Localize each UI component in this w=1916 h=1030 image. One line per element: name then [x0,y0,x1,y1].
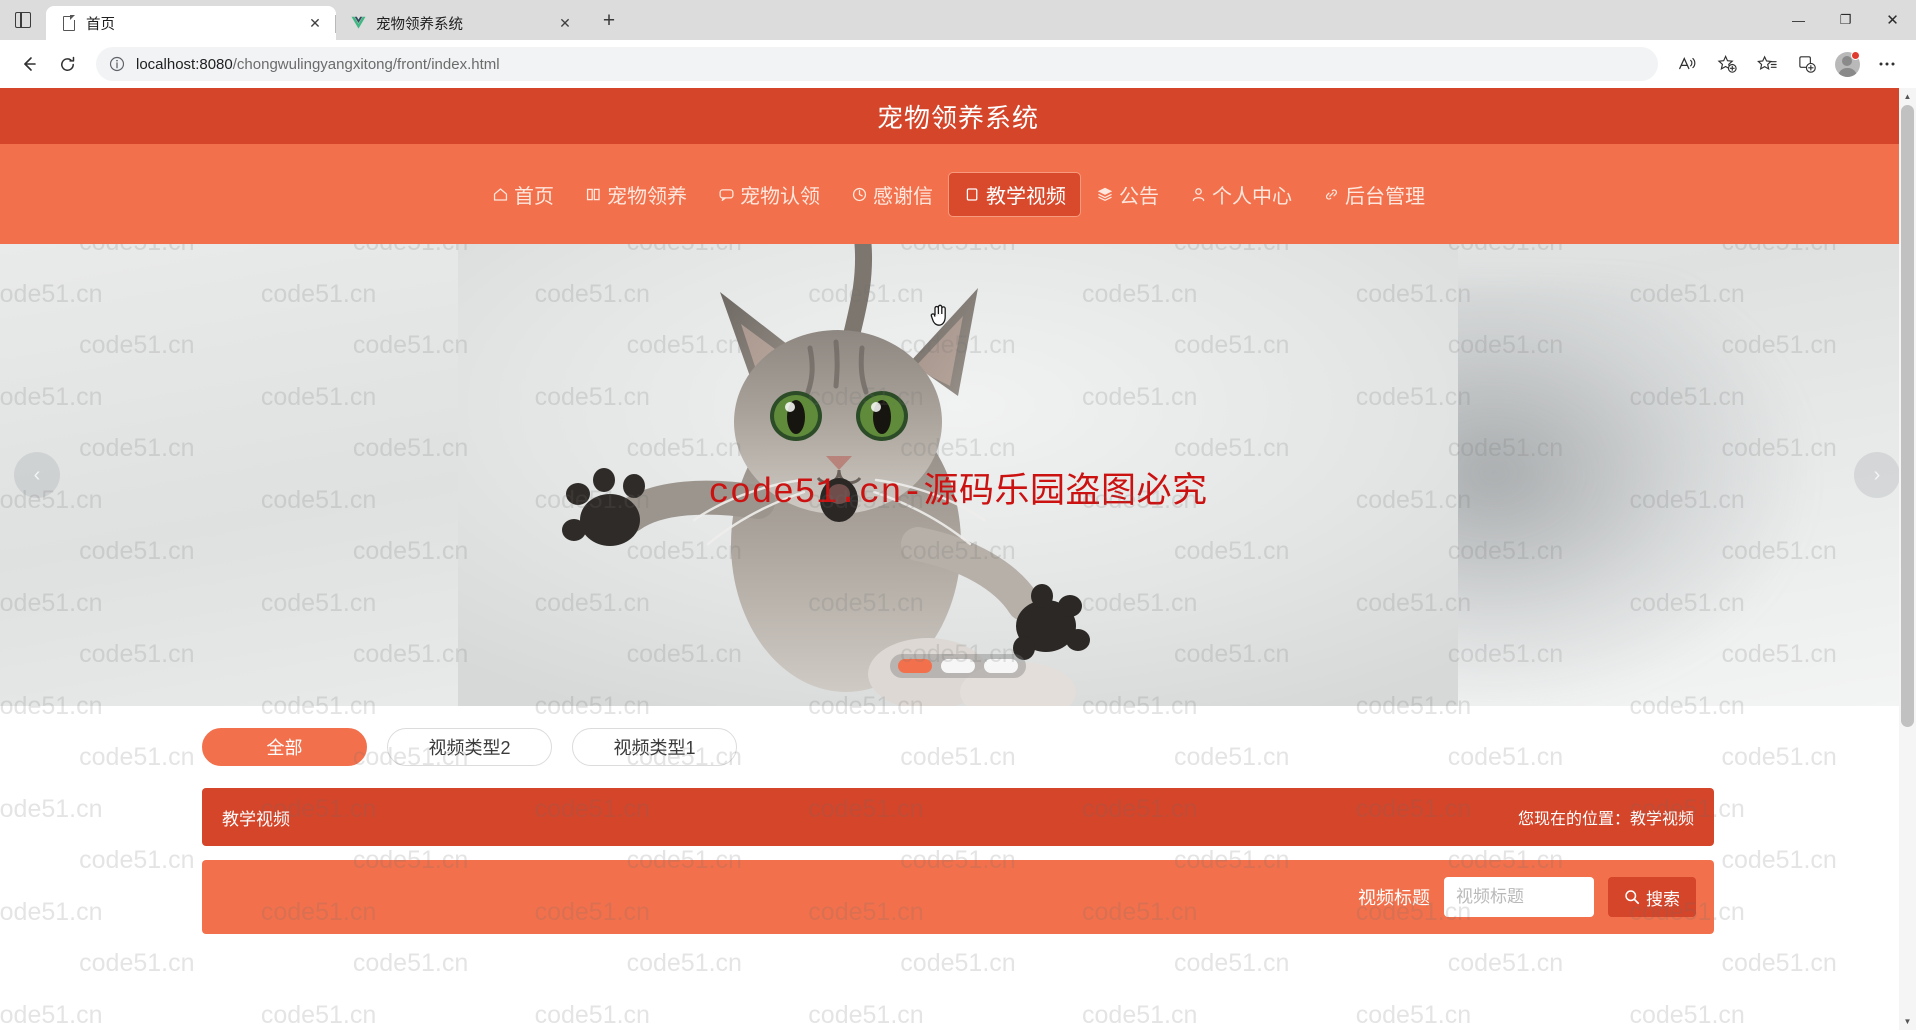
search-input[interactable] [1444,877,1594,917]
search-label: 视频标题 [1358,888,1430,908]
toolbar-actions [1668,45,1906,83]
back-button[interactable] [10,45,48,83]
user-icon [1189,185,1207,203]
page-icon [60,15,77,32]
nav-item-announcement[interactable]: 公告 [1081,172,1174,217]
carousel-indicators [890,654,1026,678]
url-text: localhost:8080/chongwulingyangxitong/fro… [136,56,500,73]
scroll-down-arrow[interactable]: ▼ [1899,1013,1916,1030]
url-path: /chongwulingyangxitong/front/index.html [232,55,500,73]
reload-icon [60,56,74,71]
scrollbar-thumb[interactable] [1901,105,1914,727]
nav-label: 感谢信 [873,185,933,208]
book-icon [584,185,602,203]
reload-button[interactable] [48,45,86,83]
carousel-prev-button[interactable]: ‹ [14,452,60,498]
site-header: 宠物领养系统 [0,88,1916,144]
settings-more-icon[interactable] [1868,45,1906,83]
close-icon[interactable]: ✕ [304,12,326,34]
url-host: localhost:8080 [136,55,233,73]
nav-label: 教学视频 [986,185,1066,208]
page-content: 全部 视频类型2 视频类型1 教学视频 您现在的位置：教学视频 视频标题 视频标… [0,706,1916,934]
search-button[interactable]: 搜索 [1608,877,1696,917]
link-icon [1322,185,1340,203]
collections-icon[interactable] [1788,45,1826,83]
maximize-button[interactable]: ❐ [1822,0,1869,40]
nav-list: 首页 宠物领养 宠物认领 感谢信 教学视频 公告 个人中心 后台管理 [476,171,1440,217]
nav-item-admin[interactable]: 后台管理 [1307,172,1440,217]
search-icon [1625,890,1640,905]
address-bar[interactable]: localhost:8080/chongwulingyangxitong/fro… [96,47,1658,81]
carousel-next-button[interactable]: › [1854,452,1900,498]
nav-label: 宠物认领 [740,185,820,208]
add-favorite-icon[interactable] [1708,45,1746,83]
tab-pet-adoption-system[interactable]: 宠物领养系统 ✕ [335,6,586,40]
window-controls: — ❐ ✕ [1775,0,1916,40]
nav-item-pet-adoption[interactable]: 宠物领养 [569,172,702,217]
home-icon [491,185,509,203]
search-panel: 视频标题 搜索 [202,860,1714,934]
back-arrow-icon [24,57,36,71]
favorites-icon[interactable] [1748,45,1786,83]
site-title: 宠物领养系统 [876,102,1039,133]
nav-label: 首页 [514,185,554,208]
video-icon [963,185,981,203]
browser-toolbar: localhost:8080/chongwulingyangxitong/fro… [0,40,1916,88]
chat-icon [717,185,735,203]
carousel-dot-1[interactable] [898,659,932,673]
close-icon[interactable]: ✕ [554,12,576,34]
nav-item-thanks-letter[interactable]: 感谢信 [835,172,948,217]
nav-item-pet-claim[interactable]: 宠物认领 [702,172,835,217]
read-aloud-icon[interactable] [1668,45,1706,83]
nav-label: 个人中心 [1212,185,1292,208]
tab-sidebar-button[interactable] [0,0,46,40]
breadcrumb-position: 您现在的位置：教学视频 [1517,811,1694,828]
nav-label: 公告 [1119,185,1159,208]
nav-item-teaching-video[interactable]: 教学视频 [948,171,1081,217]
page-scrollbar[interactable]: ▲ ▼ [1899,88,1916,1030]
filter-video-type-1[interactable]: 视频类型1 [572,728,737,766]
new-tab-button[interactable]: + [593,5,625,37]
carousel-dot-3[interactable] [984,659,1018,673]
scroll-up-arrow[interactable]: ▲ [1899,88,1916,105]
clock-icon [850,185,868,203]
filter-all[interactable]: 全部 [202,728,367,766]
main-navigation: 首页 宠物领养 宠物认领 感谢信 教学视频 公告 个人中心 后台管理 [0,144,1916,244]
hero-carousel: code51.cn-源码乐园盗图必究 ‹ › [0,244,1916,706]
breadcrumb-title: 教学视频 [222,809,290,829]
browser-window: 首页 ✕ 宠物领养系统 ✕ + — ❐ ✕ localhost:8080/cho… [0,0,1916,1030]
carousel-dot-2[interactable] [941,659,975,673]
page-viewport: code51.cn code51.cn code51.cn code51.cn cod… [0,88,1916,1030]
vue-icon [350,15,367,32]
hero-watermark-text: code51.cn-源码乐园盗图必究 [708,473,1208,513]
content-inner: 全部 视频类型2 视频类型1 教学视频 您现在的位置：教学视频 视频标题 视频标… [202,728,1714,934]
close-window-button[interactable]: ✕ [1869,0,1916,40]
nav-label: 宠物领养 [607,185,687,208]
nav-label: 后台管理 [1345,185,1425,208]
breadcrumb: 教学视频 您现在的位置：教学视频 [202,788,1714,846]
profile-avatar[interactable] [1828,45,1866,83]
avatar-notification-dot [1851,51,1860,60]
tab-title: 首页 [86,16,115,33]
scrollbar-track[interactable] [1899,105,1916,1013]
site-info-icon[interactable] [108,55,126,73]
tab-home[interactable]: 首页 ✕ [46,6,336,40]
tab-title: 宠物领养系统 [376,16,463,33]
mouse-cursor [930,304,946,326]
nav-item-personal-center[interactable]: 个人中心 [1174,172,1307,217]
sidebar-panel-icon [15,12,31,28]
nav-item-home[interactable]: 首页 [476,172,569,217]
minimize-button[interactable]: — [1775,0,1822,40]
tab-strip: 首页 ✕ 宠物领养系统 ✕ + — ❐ ✕ [0,0,1916,40]
video-type-filters: 全部 视频类型2 视频类型1 [202,728,1714,766]
search-button-label: 搜索 [1646,889,1680,909]
layers-icon [1096,185,1114,203]
filter-video-type-2[interactable]: 视频类型2 [387,728,552,766]
